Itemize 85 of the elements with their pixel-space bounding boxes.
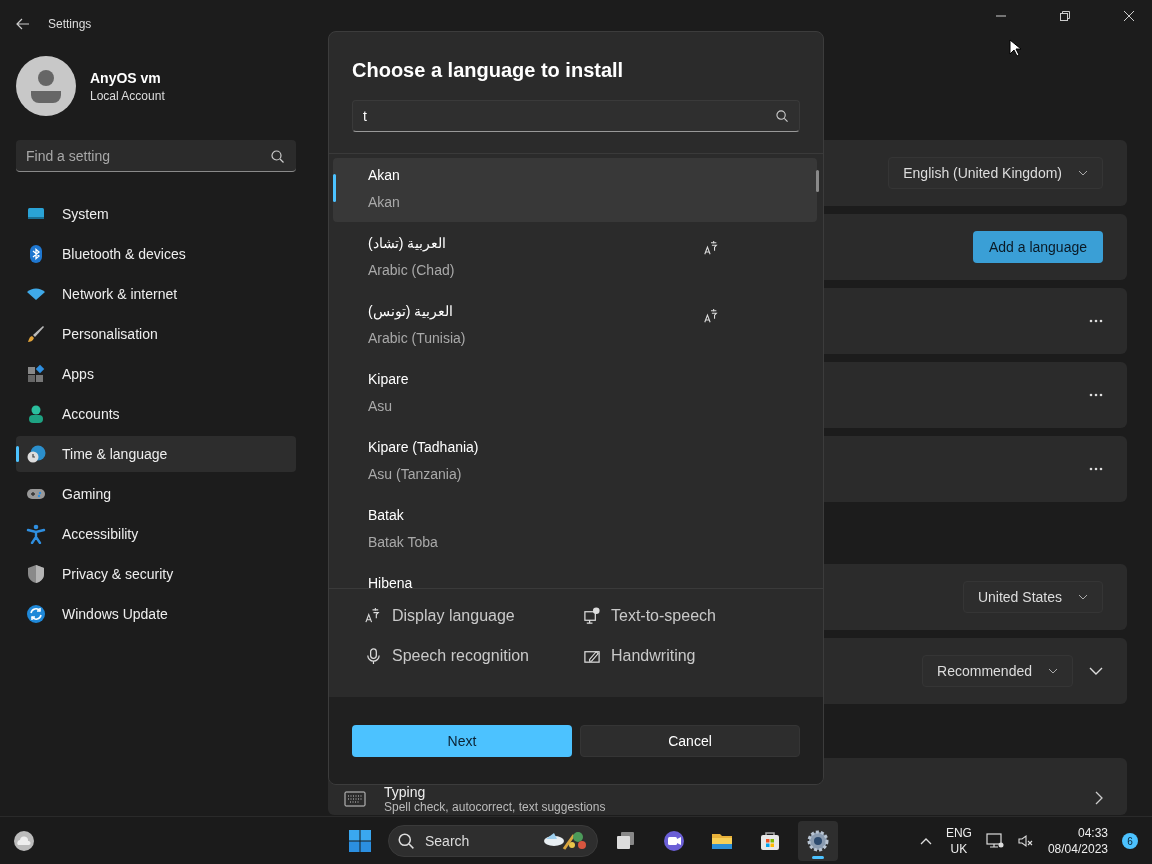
avatar-icon — [16, 56, 76, 116]
update-icon — [26, 604, 46, 624]
language-item[interactable]: Kipare (Tadhania) Asu (Tanzania) — [333, 430, 817, 494]
chevron-right-icon — [1095, 791, 1103, 805]
sidebar-item[interactable]: Time & language — [16, 436, 296, 472]
chevron-up-icon[interactable] — [919, 837, 932, 845]
search-icon — [398, 833, 414, 849]
keyboard-icon — [344, 791, 366, 807]
clock[interactable]: 04:33 08/04/2023 — [1047, 825, 1108, 857]
sidebar-item[interactable]: Accessibility — [16, 516, 296, 552]
sidebar-item[interactable]: Privacy & security — [16, 556, 296, 592]
feature-label: Speech recognition — [392, 647, 529, 665]
dropdown[interactable]: United States — [962, 581, 1103, 613]
language-name: Hibena — [368, 574, 414, 588]
language-item[interactable]: Hibena — [333, 566, 817, 588]
settings-search-field[interactable]: Find a setting — [16, 140, 296, 172]
sidebar-item[interactable]: Apps — [16, 356, 296, 392]
taskbar-search[interactable]: Search — [388, 825, 598, 857]
chevron-down-icon — [1078, 170, 1088, 176]
restore-icon — [1060, 11, 1070, 21]
apps-icon — [26, 364, 46, 384]
close-icon — [1124, 11, 1134, 21]
language-name: العربية (تونس) — [368, 302, 455, 320]
brush-icon — [26, 324, 46, 344]
window-title: Settings — [48, 17, 92, 31]
sidebar-item[interactable]: Gaming — [16, 476, 296, 512]
language-item[interactable]: Akan Akan — [333, 158, 817, 222]
language-name: Akan — [368, 166, 401, 184]
sidebar-item[interactable]: Network & internet — [16, 276, 296, 312]
notification-badge[interactable]: 6 — [1122, 833, 1138, 849]
sidebar-item[interactable]: Bluetooth & devices — [16, 236, 296, 272]
monitor-icon — [583, 607, 601, 625]
language-english-name: Arabic (Tunisia) — [368, 330, 467, 346]
more-options-button[interactable] — [1089, 393, 1103, 397]
sidebar-item[interactable]: System — [16, 196, 296, 232]
setting-title: Typing — [384, 785, 427, 800]
language-english-name: Akan — [368, 194, 401, 210]
expand-icon[interactable] — [1089, 667, 1103, 675]
scrollbar-thumb[interactable] — [816, 170, 819, 192]
feature-label: Text-to-speech — [611, 607, 716, 625]
feature-label: Handwriting — [611, 647, 696, 665]
language-english-name: Batak Toba — [368, 534, 439, 550]
feature-label: Display language — [392, 607, 515, 625]
language-english-name: Arabic (Chad) — [368, 262, 456, 278]
sidebar-item[interactable]: Accounts — [16, 396, 296, 432]
language-name: العربية (تشاد) — [368, 234, 448, 252]
start-icon — [349, 830, 371, 852]
display-language-icon — [364, 607, 382, 625]
input-language[interactable]: ENG UK — [945, 825, 972, 857]
dropdown[interactable]: English (United Kingdom) — [888, 157, 1103, 189]
setting-description: Spell check, autocorrect, text suggestions — [384, 801, 607, 814]
weather-icon[interactable] — [12, 829, 36, 853]
network-icon[interactable] — [985, 833, 1004, 849]
chevron-down-icon — [1048, 668, 1058, 674]
volume-muted-icon[interactable] — [1017, 833, 1034, 849]
dropdown[interactable]: Recommended — [922, 655, 1073, 687]
accounts-icon — [26, 404, 46, 424]
time-icon — [26, 444, 46, 464]
cancel-button[interactable]: Cancel — [580, 725, 800, 757]
next-button[interactable]: Next — [352, 725, 572, 757]
back-icon[interactable] — [16, 18, 30, 30]
more-options-button[interactable] — [1089, 467, 1103, 471]
search-icon — [776, 110, 788, 122]
language-name: Batak — [368, 506, 405, 524]
sidebar-item[interactable]: Personalisation — [16, 316, 296, 352]
language-name: Kipare — [368, 370, 410, 388]
language-english-name: Asu (Tanzania) — [368, 466, 463, 482]
settings-icon[interactable] — [798, 821, 838, 861]
cursor-icon — [1009, 39, 1021, 57]
search-icon — [271, 150, 284, 163]
language-item[interactable]: Batak Batak Toba — [333, 498, 817, 562]
microphone-icon — [364, 647, 382, 665]
language-name: Kipare (Tadhania) — [368, 438, 480, 456]
chevron-down-icon — [1078, 594, 1088, 600]
account-name: AnyOS vm — [90, 69, 162, 86]
language-item[interactable]: Kipare Asu — [333, 362, 817, 426]
accessibility-icon — [26, 524, 46, 544]
language-search-field[interactable]: t — [352, 100, 800, 132]
language-english-name: Asu — [368, 398, 394, 414]
account-type: Local Account — [90, 88, 165, 103]
more-options-button[interactable] — [1089, 319, 1103, 323]
add-language-button[interactable]: Add a language — [972, 231, 1103, 263]
privacy-icon — [26, 564, 46, 584]
sidebar-item[interactable]: Windows Update — [16, 596, 296, 632]
dialog-title: Choose a language to install — [352, 59, 625, 82]
